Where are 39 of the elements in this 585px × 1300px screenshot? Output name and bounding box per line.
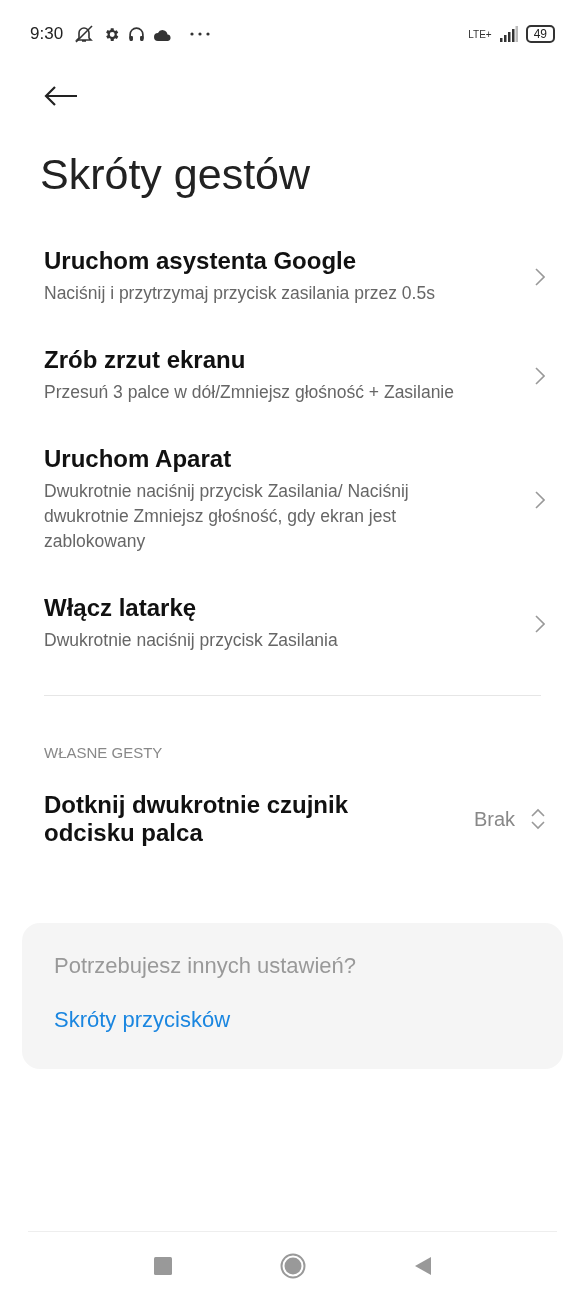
- shortcut-item[interactable]: Uruchom asystenta Google Naciśnij i przytrzymaj przycisk zasilania przez 0.5s: [0, 233, 585, 332]
- more-icon: [190, 32, 211, 36]
- circle-icon: [279, 1253, 306, 1279]
- cloud-icon: [153, 27, 173, 41]
- chevron-right-icon: [535, 614, 545, 633]
- item-description: Dwukrotnie naciśnij przycisk Zasilania/ Naciśnij dwukrotnie Zmniejsz głośność, gdy ekran jest zablokowany: [44, 480, 410, 553]
- square-icon: [153, 1257, 172, 1275]
- shortcut-item[interactable]: Zrób zrzut ekranu Przesuń 3 palce w dół/Zmniejsz głośność + Zasilanie: [0, 332, 585, 431]
- item-description: Przesuń 3 palce w dół/Zmniejsz głośność + Zasilanie: [44, 381, 455, 404]
- help-question: Potrzebujesz innych ustawień?: [54, 953, 358, 979]
- back-arrow-icon: [44, 85, 78, 107]
- status-time: 9:30: [30, 24, 64, 44]
- signal-icon: [499, 26, 518, 42]
- section-header: WŁASNE GESTY: [44, 744, 164, 761]
- item-value: Brak: [473, 807, 515, 831]
- triangle-icon: [413, 1256, 432, 1276]
- back-nav-button[interactable]: [413, 1256, 432, 1276]
- up-down-icon: [531, 808, 545, 830]
- settings-icon: [103, 25, 121, 43]
- recents-button[interactable]: [153, 1257, 172, 1275]
- item-description: Dwukrotnie naciśnij przycisk Zasilania: [44, 629, 339, 652]
- chevron-right-icon: [535, 366, 545, 385]
- battery-indicator: 49: [525, 25, 555, 43]
- item-title: Uruchom Aparat: [44, 445, 233, 473]
- chevron-right-icon: [535, 267, 545, 286]
- item-description: Naciśnij i przytrzymaj przycisk zasilania przez 0.5s: [44, 282, 436, 305]
- item-title: Dotknij dwukrotnie czujnik odcisku palca: [44, 791, 350, 847]
- chevron-right-icon: [535, 490, 545, 509]
- headphones-icon: [128, 25, 146, 43]
- item-title: Zrób zrzut ekranu: [44, 346, 247, 374]
- home-button[interactable]: [279, 1253, 306, 1279]
- page-title: Skróty gestów: [40, 150, 312, 199]
- muted-bell-icon: [73, 24, 96, 44]
- network-type: LTE+: [468, 28, 492, 40]
- item-title: Uruchom asystenta Google: [44, 247, 358, 275]
- gesture-item[interactable]: Dotknij dwukrotnie czujnik odcisku palca Brak: [0, 761, 585, 873]
- item-title: Włącz latarkę: [44, 594, 198, 622]
- shortcut-item[interactable]: Włącz latarkę Dwukrotnie naciśnij przycisk Zasilania: [0, 580, 585, 679]
- shortcut-item[interactable]: Uruchom Aparat Dwukrotnie naciśnij przycisk Zasilania/ Naciśnij dwukrotnie Zmniejsz głośność, gdy ekran jest zablokowany: [0, 431, 585, 580]
